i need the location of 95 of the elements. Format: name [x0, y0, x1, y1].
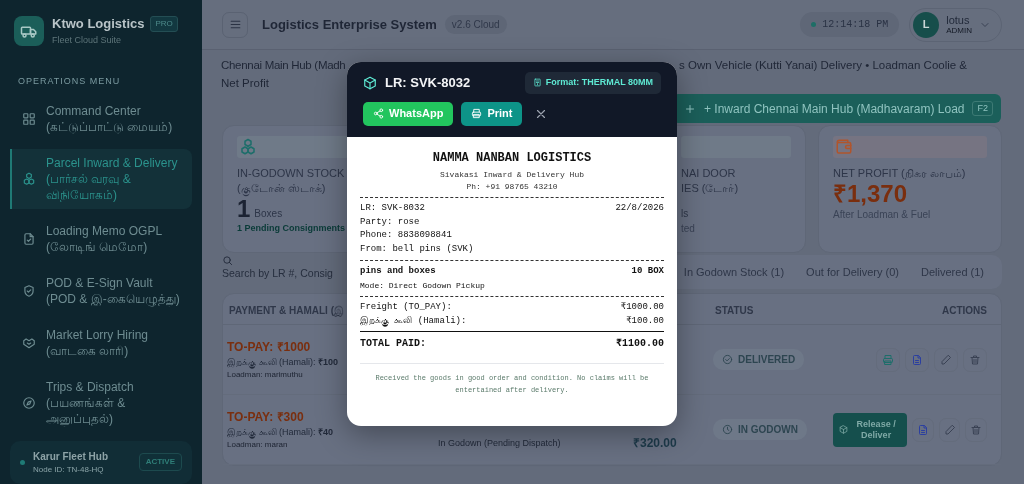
user-name: lotus: [946, 13, 971, 26]
receipt-text: ₹1000.00: [620, 301, 664, 314]
receipt-company: NAMMA NANBAN LOGISTICS: [431, 150, 593, 167]
status-badge: IN GODOWN: [713, 419, 807, 440]
printer-icon: [882, 353, 894, 366]
clock-dot: [811, 22, 817, 27]
hamali-text: இறக்கு கூலி (Hamali): ₹100: [227, 355, 339, 370]
search-field[interactable]: Search by LR #, Consig: [222, 266, 347, 282]
action-button[interactable]: [938, 417, 961, 442]
intro-text: Chennai Main Hub (Madh: [221, 58, 347, 73]
cube-icon: [363, 75, 377, 90]
brand-name: Ktwo Logistics: [52, 15, 145, 33]
modal-title: LR: SVK-8032: [385, 74, 471, 92]
intro-text: Net Profit: [221, 77, 269, 89]
sidebar-item[interactable]: Loading Memo OGPL (லோடிங் மெமோ): [10, 216, 192, 261]
receipt-hub: Sivakasi Inward & Delivery Hub: [439, 169, 585, 181]
sidebar-item[interactable]: Market Lorry Hiring (வாடகை லாரி): [10, 320, 192, 365]
cube-icon: [839, 425, 848, 434]
receipt-text: ₹100.00: [626, 314, 664, 328]
status-badge: DELIVERED: [713, 349, 805, 370]
receipt-phone: Ph: +91 98765 43210: [465, 181, 559, 193]
stat-label: IN-GODOWN STOCK: [237, 166, 346, 181]
receipt-text: TOTAL PAID:: [360, 337, 426, 351]
receipt-text: LR: SVK-8032: [360, 202, 425, 215]
status-dot: [20, 459, 25, 465]
stat-label: NAI DOOR: [681, 166, 737, 181]
dispatch-stage: In Godown (Pending Dispatch): [438, 436, 561, 450]
stat-value: 1: [237, 196, 251, 222]
status-badge: ACTIVE: [138, 453, 182, 471]
boxes-icon: [22, 171, 36, 186]
column-header: STATUS: [709, 294, 829, 325]
receipt-text: Party: rose: [360, 215, 420, 229]
plus-icon: [684, 102, 696, 115]
release-button[interactable]: Release / Deliver: [833, 412, 908, 447]
action-button[interactable]: [905, 347, 929, 372]
hamali-text: இறக்கு கூலி (Hamali): ₹40: [227, 425, 334, 440]
print-button[interactable]: Print: [461, 101, 523, 126]
loadman-text: Loadman: marimuthu: [227, 369, 303, 382]
amount-text: ₹320.00: [633, 435, 677, 452]
sidebar-item[interactable]: POD & E-Sign Vault (POD & இ-கையெழுத்து): [10, 268, 192, 313]
hub-name: Karur Fleet Hub: [33, 449, 108, 464]
receipt-text: Phone: 8838098841: [360, 229, 452, 242]
check-circle-icon: [722, 354, 733, 365]
share-icon: [373, 108, 384, 119]
clock-icon: [722, 424, 733, 435]
receipt-text: 22/8/2026: [615, 202, 664, 215]
delete-icon: [969, 353, 981, 366]
edit-icon: [943, 423, 956, 436]
intro-text: s Own Vehicle (Kutti Yanai) Delivery • Loadman Coolie &: [679, 58, 968, 73]
sidebar-item[interactable]: Trips & Dispatch (பயணங்கள் & அனுப்புதல்): [10, 372, 192, 433]
user-role: ADMIN: [946, 25, 972, 36]
whatsapp-button[interactable]: WhatsApp: [363, 101, 454, 126]
action-button[interactable]: [934, 347, 958, 372]
receipt-text: Mode: Direct Godown Pickup: [360, 279, 485, 292]
node-id: Node ID: TN-48-HQ: [33, 463, 105, 476]
stat-unit: Boxes: [254, 207, 283, 221]
filter-tab[interactable]: Delivered (1): [915, 259, 990, 285]
app-title: Logistics Enterprise System: [262, 15, 437, 34]
menu-button[interactable]: [222, 11, 248, 38]
edit-icon: [940, 353, 952, 366]
receipt-icon: [532, 78, 542, 88]
receipt-text: From: bell pins (SVK): [360, 242, 474, 256]
document-check-icon: [22, 231, 36, 246]
receipt-text: 10 BOX: [631, 265, 664, 278]
stat-value: ₹1,370: [833, 181, 908, 207]
delete-icon: [970, 423, 983, 436]
payment-text: TO-PAY: ₹300: [227, 408, 304, 426]
loadman-text: Loadman: maran: [227, 439, 288, 452]
payment-text: TO-PAY: ₹1000: [227, 338, 311, 356]
receipt-text: ₹1100.00: [615, 337, 664, 351]
section-label: OPERATIONS MENU: [18, 75, 122, 88]
stat-note: 1 Pending Consignments: [237, 222, 346, 235]
printer-icon: [471, 108, 483, 119]
plan-badge: PRO: [150, 15, 178, 32]
wallet-icon: [835, 138, 853, 156]
sidebar-item[interactable]: Parcel Inward & Delivery (பார்சல் வரவு & விநியோகம்): [10, 148, 192, 209]
receipt-text: pins and boxes: [360, 265, 436, 278]
brand-tagline: Fleet Cloud Suite: [52, 33, 123, 47]
menu-icon: [228, 18, 242, 31]
format-badge: Format: THERMAL 80MM: [524, 72, 661, 94]
grid-icon: [22, 111, 36, 126]
column-header: ACTIONS: [829, 294, 1001, 325]
shield-check-icon: [22, 283, 36, 298]
compass-icon: [22, 395, 36, 410]
search-icon: [222, 255, 233, 266]
action-button[interactable]: [965, 417, 987, 442]
document-icon: [917, 423, 930, 436]
document-icon: [911, 353, 923, 366]
sidebar-item[interactable]: Command Center (கட்டுப்பாட்டு மையம்): [10, 96, 192, 141]
shortcut-key: F2: [972, 100, 993, 117]
boxes-icon: [239, 138, 257, 156]
action-button[interactable]: [876, 347, 900, 372]
action-button[interactable]: [912, 417, 934, 442]
avatar: L: [913, 11, 940, 38]
action-button[interactable]: [963, 347, 987, 372]
